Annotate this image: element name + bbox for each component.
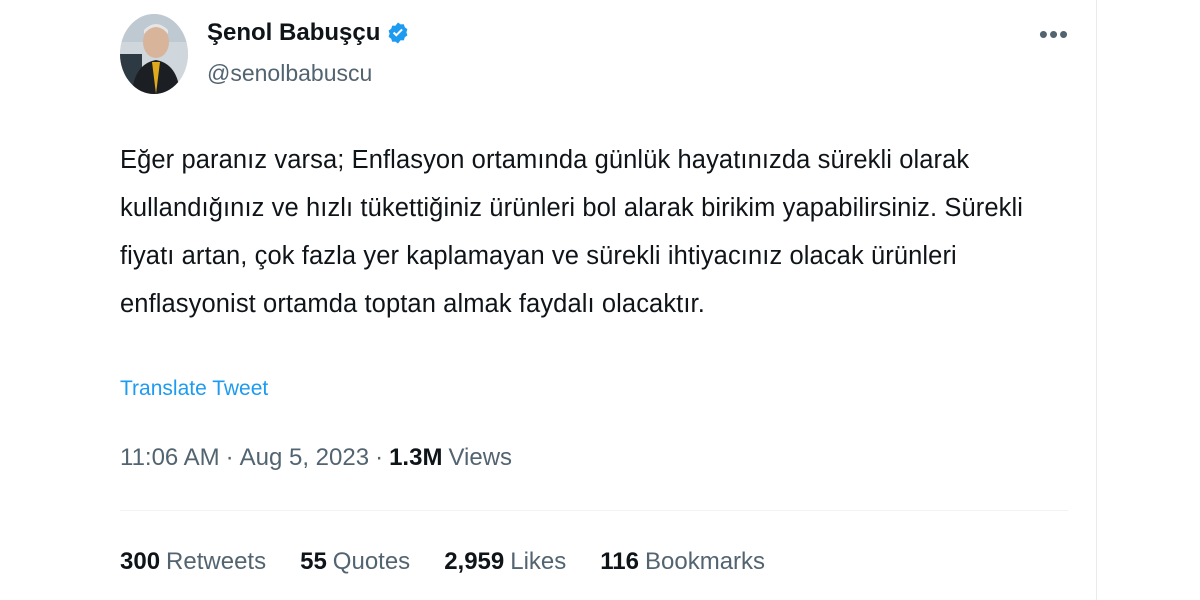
likes-count: 2,959 (444, 548, 505, 575)
translate-tweet-link[interactable]: Translate Tweet (120, 377, 268, 401)
more-horizontal-icon: ••• (1038, 19, 1070, 49)
bookmarks-stat[interactable]: 116 Bookmarks (600, 548, 765, 576)
quotes-count: 55 (300, 548, 327, 575)
tweet-time[interactable]: 11:06 AM (120, 444, 220, 472)
bookmarks-count: 116 (600, 548, 639, 575)
likes-label: Likes (510, 548, 567, 575)
retweets-label: Retweets (166, 548, 267, 575)
retweets-stat[interactable]: 300 Retweets (120, 548, 266, 576)
likes-stat[interactable]: 2,959 Likes (444, 548, 566, 576)
divider (120, 510, 1068, 511)
views-label: Views (448, 444, 513, 471)
tweet-text: Eğer paranız varsa; Enflasyon ortamında … (120, 146, 1024, 318)
retweets-count: 300 (120, 548, 161, 575)
author-handle[interactable]: @senolbabuscu (207, 60, 372, 87)
bookmarks-label: Bookmarks (645, 548, 766, 575)
author-name-row: Şenol Babuşçu (207, 19, 410, 47)
author-display-name[interactable]: Şenol Babuşçu (207, 19, 380, 47)
tweet-meta: 11:06 AM · Aug 5, 2023 · 1.3M Views (120, 444, 512, 472)
quotes-label: Quotes (332, 548, 411, 575)
meta-separator: · (375, 444, 384, 471)
verified-badge-icon (386, 21, 410, 45)
avatar-photo (120, 14, 188, 94)
tweet-page: Şenol Babuşçu @senolbabuscu ••• Eğer par… (0, 0, 1200, 600)
tweet-date[interactable]: Aug 5, 2023 (240, 444, 369, 472)
views-count: 1.3M (389, 444, 443, 471)
column-border (1096, 0, 1097, 600)
quotes-stat[interactable]: 55 Quotes (300, 548, 410, 576)
meta-separator: · (225, 444, 234, 471)
avatar[interactable] (120, 14, 188, 94)
more-options-button[interactable]: ••• (1038, 19, 1070, 49)
engagement-stats: 300 Retweets 55 Quotes 2,959 Likes 116 B… (120, 548, 765, 576)
